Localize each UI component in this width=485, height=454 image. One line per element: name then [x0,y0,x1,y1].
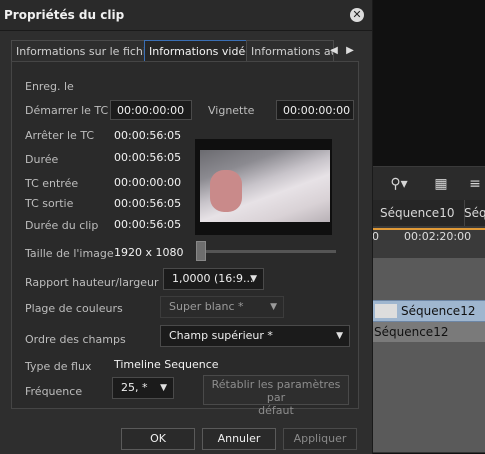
reset-label-line2: défaut [258,404,294,417]
start-tc-label: Démarrer le TC [25,104,109,117]
timeline-track[interactable] [372,258,485,281]
clip-thumbnail [375,304,397,318]
timeline-toolbar: ⚲▾ ▦ ≡ [372,166,485,201]
chevron-down-icon: ▼ [336,331,343,341]
apply-button[interactable]: Appliquer [283,428,357,450]
clip-label: Séquence12 [374,325,449,339]
chevron-down-icon: ▼ [160,383,167,393]
filter-icon[interactable]: ⚲▾ [388,174,410,194]
stop-tc-label: Arrêter le TC [25,129,95,142]
reset-defaults-button[interactable]: Rétablir les paramètres par défaut [203,375,349,417]
stop-tc-value: 00:00:56:05 [114,129,182,142]
clip-duration-label: Durée du clip [25,219,99,232]
timeline-track[interactable] [372,408,485,431]
timeline-track[interactable] [372,364,485,387]
dialog-titlebar[interactable]: Propriétés du clip ✕ [0,0,372,31]
tab-video-info[interactable]: Informations vidéo [144,40,254,62]
tab-sequence10[interactable]: Séquence10 [376,200,465,226]
aspect-ratio-label: Rapport hauteur/largeur [25,276,159,289]
tab-audio-info[interactable]: Informations au [246,40,334,62]
aspect-ratio-select[interactable]: 1,0000 (16:9... ▼ [163,268,264,290]
tc-in-label: TC entrée [25,177,79,190]
cancel-button[interactable]: Annuler [202,428,276,450]
timeline-clip[interactable]: Séquence12 [372,300,485,322]
ruler-time: 00:02:20:00 [404,230,472,243]
mixer-icon[interactable]: ≡ [464,174,485,194]
reset-label-line1: Rétablir les paramètres par [211,378,341,404]
child-figure [210,170,242,212]
chevron-down-icon: ▼ [250,274,257,284]
tc-out-value: 00:00:56:05 [114,197,182,210]
color-range-label: Plage de couleurs [25,302,123,315]
thumbnail-label: Vignette [208,104,255,117]
clip-label: Séquence12 [401,304,476,318]
tab-scroll-left-icon[interactable]: ◀ [326,40,342,61]
timeline-clip[interactable]: Séquence12 [372,322,485,342]
timeline-track[interactable] [372,386,485,409]
frequency-select[interactable]: 25, * ▼ [112,377,174,399]
thumbnail-slider-track[interactable] [196,250,336,253]
thumbnail-image [200,150,330,222]
thumbnail-tc-field[interactable]: 00:00:00:00 [276,100,354,120]
tab-file-info[interactable]: Informations sur le fichier [11,40,148,62]
clip-properties-dialog: Propriétés du clip ✕ Informations sur le… [0,0,373,454]
tab-scroll-right-icon[interactable]: ▶ [342,40,358,61]
duration-label: Durée [25,153,59,166]
color-range-value: Super blanc * [169,300,244,313]
timeline-track[interactable] [372,430,485,453]
ok-button[interactable]: OK [121,428,195,450]
image-size-value: 1920 x 1080 [114,246,184,259]
chevron-down-icon: ▼ [270,302,277,312]
thumbnail-slider-handle[interactable] [196,241,206,261]
keyboard-icon[interactable]: ▦ [430,174,452,194]
timeline-track[interactable] [372,342,485,365]
dialog-title: Propriétés du clip [4,8,125,22]
tc-in-value: 00:00:00:00 [114,176,182,189]
field-order-select[interactable]: Champ supérieur * ▼ [160,325,350,347]
duration-value: 00:00:56:05 [114,151,182,164]
clip-duration-value: 00:00:56:05 [114,218,182,231]
stream-type-value: Timeline Sequence [114,358,219,371]
tab-sequence[interactable]: Séque [460,200,485,226]
frequency-value: 25, * [121,381,148,394]
ruler-marker: 0 [372,230,379,243]
field-order-value: Champ supérieur * [169,329,273,342]
field-order-label: Ordre des champs [25,333,126,346]
tc-out-label: TC sortie [25,197,74,210]
close-icon[interactable]: ✕ [350,8,364,22]
frequency-label: Fréquence [25,385,83,398]
enreg-label: Enreg. le [25,80,74,93]
image-size-label: Taille de l'image [25,247,114,260]
stream-type-label: Type de flux [25,360,92,373]
start-tc-field[interactable]: 00:00:00:00 [110,100,192,120]
aspect-ratio-value: 1,0000 (16:9... [172,272,254,285]
color-range-select[interactable]: Super blanc * ▼ [160,296,284,318]
